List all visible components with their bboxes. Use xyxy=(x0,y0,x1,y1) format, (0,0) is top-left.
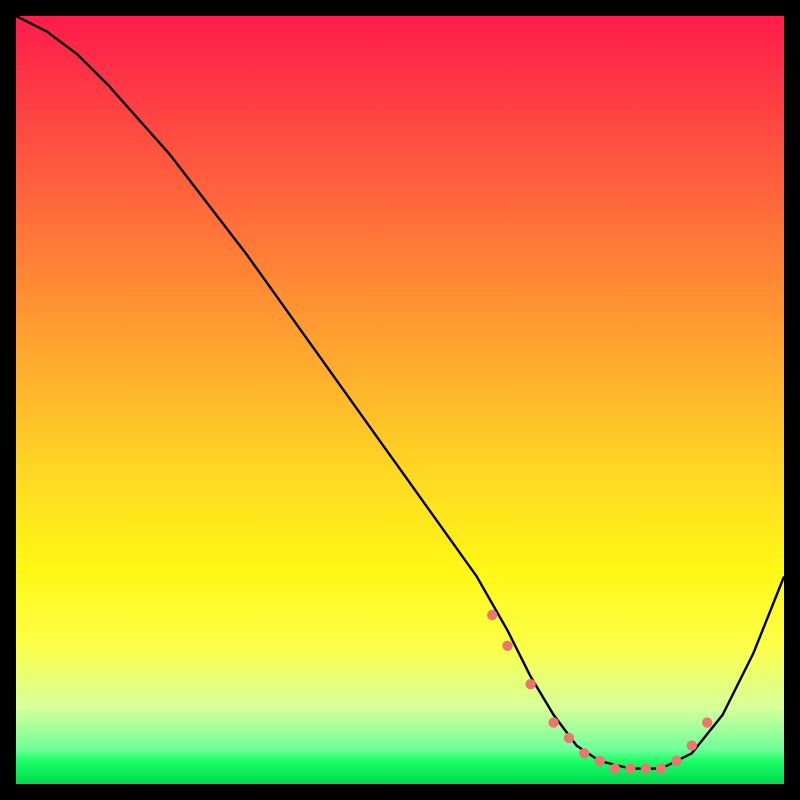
highlight-dot xyxy=(579,748,589,758)
highlight-dot xyxy=(525,679,535,689)
highlight-dot xyxy=(625,763,635,773)
highlight-dot xyxy=(548,717,558,727)
highlight-dot xyxy=(487,610,497,620)
highlight-dot xyxy=(687,740,697,750)
highlight-dot xyxy=(610,763,620,773)
bottleneck-chart xyxy=(16,16,784,784)
highlight-dot xyxy=(702,717,712,727)
chart-frame: TheBottleneck.com xyxy=(16,16,784,784)
highlight-dot xyxy=(656,763,666,773)
highlight-dot xyxy=(595,756,605,766)
highlight-dot xyxy=(564,733,574,743)
highlight-dot xyxy=(641,763,651,773)
gradient-background xyxy=(16,16,784,784)
highlight-dot xyxy=(502,641,512,651)
highlight-dot xyxy=(671,756,681,766)
